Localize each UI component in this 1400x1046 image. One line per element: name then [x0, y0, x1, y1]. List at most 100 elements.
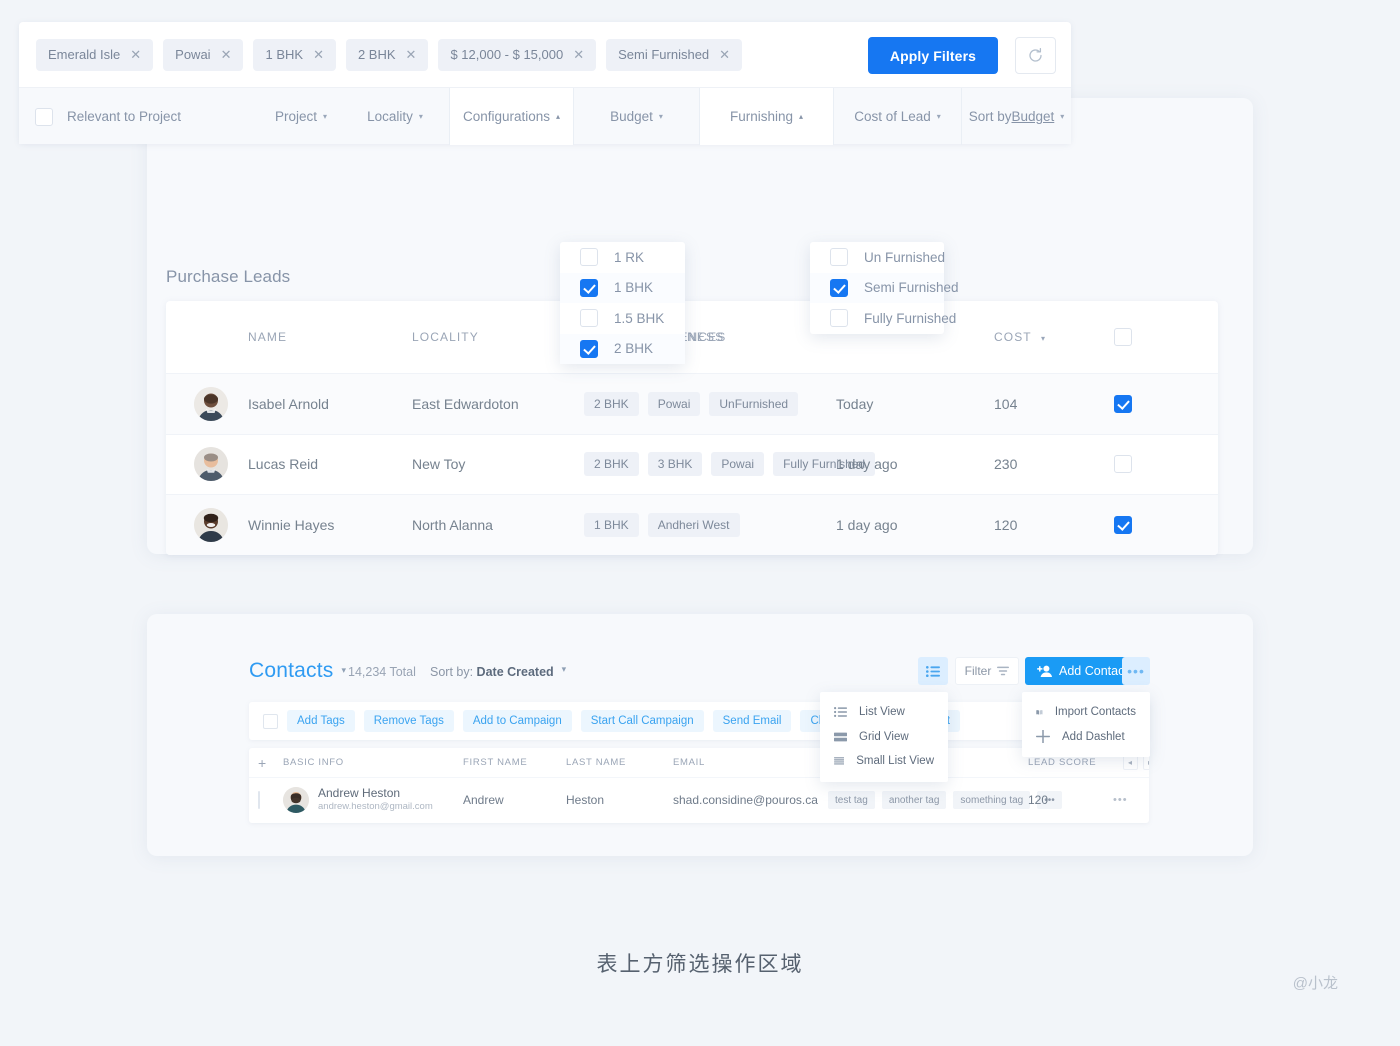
contact-subemail: andrew.heston@gmail.com [318, 801, 433, 813]
bulk-action-start-call-campaign[interactable]: Start Call Campaign [580, 710, 704, 732]
row-checkbox[interactable] [1114, 394, 1132, 413]
tab-sort-by[interactable]: Sort by Budget ▾ [961, 88, 1071, 145]
row-checkbox[interactable] [258, 791, 260, 809]
close-icon[interactable]: ✕ [130, 48, 141, 61]
page-next-button[interactable]: ▸ [1143, 755, 1149, 770]
bulk-action-remove-tags[interactable]: Remove Tags [363, 710, 454, 732]
option-checkbox[interactable] [830, 278, 848, 297]
menu-item-import-contacts[interactable]: Import Contacts [1022, 700, 1150, 725]
row-checkbox[interactable] [1114, 455, 1132, 474]
option-checkbox[interactable] [580, 339, 598, 358]
avatar-cell [166, 447, 248, 482]
tab-project[interactable]: Project ▾ [261, 88, 341, 145]
contacts-sort-control[interactable]: Sort by: Date Created ▾ [430, 664, 566, 679]
more-actions-button[interactable]: ••• [1122, 657, 1150, 685]
sort-value: Date Created [476, 665, 554, 679]
tab-configurations[interactable]: Configurations ▴ [449, 88, 573, 145]
filter-icon [997, 666, 1010, 676]
header-select-all[interactable] [1114, 328, 1218, 346]
table-row[interactable]: Isabel Arnold East Edwardoton 2 BHK Powa… [166, 373, 1218, 434]
contacts-total-count: 14,234 Total [348, 665, 416, 679]
option-checkbox[interactable] [580, 248, 598, 267]
row-basic-info: Andrew Heston andrew.heston@gmail.com [283, 786, 463, 813]
header-first-name: FIRST NAME [463, 757, 528, 768]
table-row[interactable]: Winnie Hayes North Alanna 1 BHK Andheri … [166, 494, 1218, 555]
option-checkbox[interactable] [830, 309, 848, 328]
row-freshness: 1 day ago [836, 456, 898, 473]
contacts-table-header: + BASIC INFO FIRST NAME LAST NAME EMAIL … [249, 748, 1149, 778]
dropdown-item-label: Fully Furnished [864, 310, 957, 326]
relevant-to-project-checkbox[interactable] [35, 107, 53, 126]
close-icon[interactable]: ✕ [406, 48, 417, 61]
chevron-down-icon: ▾ [418, 112, 423, 121]
filter-button-label: Filter [964, 664, 992, 678]
list-item[interactable]: Andrew Heston andrew.heston@gmail.com An… [249, 778, 1149, 822]
menu-item-small-list-view[interactable]: Small List View [820, 749, 948, 774]
tab-relevant-to-project[interactable]: Relevant to Project [19, 88, 261, 145]
filter-chip[interactable]: 2 BHK ✕ [345, 38, 429, 71]
dropdown-item-1bhk[interactable]: 1 BHK [560, 272, 685, 303]
option-checkbox[interactable] [580, 278, 598, 297]
menu-item-list-view[interactable]: List View [820, 700, 948, 725]
option-checkbox[interactable] [830, 248, 848, 267]
filter-panel: Emerald Isle ✕ Powai ✕ 1 BHK ✕ 2 BHK ✕ $… [19, 22, 1071, 145]
dropdown-item-fully-furnished[interactable]: Fully Furnished [810, 303, 956, 334]
chevron-down-icon: ▾ [1040, 334, 1047, 343]
header-locality: LOCALITY [412, 330, 479, 344]
filter-chip[interactable]: 1 BHK ✕ [253, 38, 336, 71]
dropdown-item-1rk[interactable]: 1 RK [560, 242, 685, 273]
bulk-select-all-checkbox[interactable] [263, 713, 278, 729]
bulk-action-add-tags[interactable]: Add Tags [287, 710, 355, 732]
header-basic-info: BASIC INFO [283, 757, 344, 768]
option-checkbox[interactable] [580, 309, 598, 328]
header-name: NAME [248, 330, 288, 344]
tab-furnishing[interactable]: Furnishing ▴ [699, 88, 833, 145]
menu-item-grid-view[interactable]: Grid View [820, 725, 948, 750]
filter-chip[interactable]: Emerald Isle ✕ [36, 38, 154, 71]
header-cost[interactable]: COST ▾ [994, 330, 1114, 344]
row-select-cell[interactable] [249, 791, 283, 809]
row-select-cell[interactable] [1114, 515, 1218, 534]
close-icon[interactable]: ✕ [221, 48, 232, 61]
tab-locality[interactable]: Locality ▾ [341, 88, 449, 145]
close-icon[interactable]: ✕ [719, 48, 730, 61]
filter-chip[interactable]: $ 12,000 - $ 15,000 ✕ [438, 38, 597, 71]
add-column-button[interactable]: + [249, 755, 283, 771]
row-select-cell[interactable] [1114, 455, 1218, 474]
tab-cost-of-lead[interactable]: Cost of Lead ▾ [833, 88, 961, 145]
close-icon[interactable]: ✕ [573, 48, 584, 61]
header-lead-score: LEAD SCORE [1028, 757, 1097, 768]
select-all-checkbox[interactable] [1114, 328, 1132, 346]
row-checkbox[interactable] [1114, 515, 1132, 534]
bulk-action-add-to-campaign[interactable]: Add to Campaign [462, 710, 572, 732]
filter-chip[interactable]: Semi Furnished ✕ [606, 38, 743, 71]
filter-chip[interactable]: Powai ✕ [163, 38, 244, 71]
dropdown-item-1-5bhk[interactable]: 1.5 BHK [560, 303, 685, 334]
filter-chip-label: Emerald Isle [48, 47, 121, 62]
close-icon[interactable]: ✕ [313, 48, 324, 61]
more-actions-dropdown: Import Contacts Add Dashlet [1022, 692, 1150, 757]
menu-item-add-dashlet[interactable]: Add Dashlet [1022, 725, 1150, 750]
dropdown-item-2bhk[interactable]: 2 BHK [560, 333, 685, 364]
row-menu-button[interactable]: ••• [1113, 794, 1149, 806]
apply-filters-button[interactable]: Apply Filters [867, 37, 998, 74]
menu-item-label: Grid View [859, 730, 909, 743]
dropdown-item-semi-furnished[interactable]: Semi Furnished [810, 272, 959, 303]
contacts-title[interactable]: Contacts ▾ [249, 659, 346, 683]
view-toggle-button[interactable] [918, 657, 948, 685]
screenshot-root: Emerald Isle ✕ Powai ✕ 1 BHK ✕ 2 BHK ✕ $… [0, 0, 1400, 1046]
bulk-action-send-email[interactable]: Send Email [712, 710, 792, 732]
page-prev-button[interactable]: ◂ [1123, 755, 1138, 770]
reset-filters-button[interactable] [1015, 37, 1056, 74]
chevron-up-icon: ▴ [556, 112, 561, 121]
avatar [194, 447, 228, 482]
row-select-cell[interactable] [1114, 394, 1218, 413]
filter-button[interactable]: Filter [955, 657, 1019, 685]
table-row[interactable]: Lucas Reid New Toy 2 BHK 3 BHK Powai Ful… [166, 433, 1218, 495]
preference-tag: UnFurnished [709, 391, 799, 416]
row-cost: 120 [994, 516, 1018, 533]
tab-budget[interactable]: Budget ▾ [573, 88, 699, 145]
list-view-icon [926, 665, 940, 677]
header-last-name: LAST NAME [566, 757, 626, 768]
dropdown-item-un-furnished[interactable]: Un Furnished [810, 242, 945, 273]
